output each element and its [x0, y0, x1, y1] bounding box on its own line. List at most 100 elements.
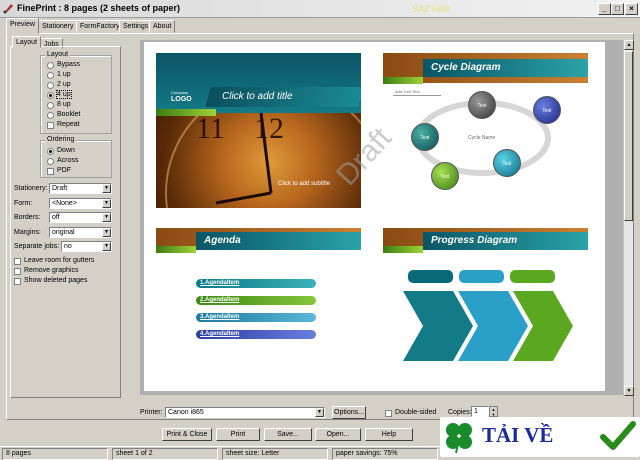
- tab-about[interactable]: About: [149, 20, 176, 33]
- slide-progress: Progress Diagram: [383, 228, 588, 383]
- tab-preview[interactable]: Preview: [6, 18, 39, 34]
- check-icon: [600, 421, 636, 450]
- status-sheet-size: sheet size: Letter: [222, 448, 328, 460]
- options-button[interactable]: Options...: [332, 406, 366, 419]
- cycle-node: Text: [411, 123, 439, 151]
- chevron-down-icon: ▼: [102, 228, 111, 237]
- slide-subtitle-text: Click to add subtitle: [278, 181, 331, 187]
- green-accent: [383, 246, 423, 253]
- tab-settings[interactable]: Settings: [119, 20, 153, 33]
- chevron-down-icon: ▼: [102, 242, 111, 251]
- title-watermark: ŚAZ Hilfe: [412, 4, 451, 14]
- print-close-button[interactable]: Print & Close: [162, 428, 212, 441]
- stationery-label: Stationery:: [14, 185, 48, 192]
- print-button[interactable]: Print: [216, 428, 260, 441]
- copies-spinner[interactable]: ▲ ▼: [489, 406, 498, 417]
- ordering-group: Ordering Down Across PDF: [40, 136, 112, 178]
- save-button[interactable]: Save...: [264, 428, 312, 441]
- form-select[interactable]: <None> ▼: [49, 198, 112, 209]
- chevron-down-icon: ▼: [102, 213, 111, 222]
- minimize-button[interactable]: _: [598, 3, 611, 15]
- close-button[interactable]: ×: [625, 3, 638, 15]
- cycle-node: Text: [533, 96, 561, 124]
- vertical-scrollbar[interactable]: ▲ ▼: [623, 40, 634, 396]
- taive-logo: TẢI VỀ: [440, 417, 640, 457]
- chevron-down-icon: ▼: [102, 199, 111, 208]
- layout-group: Layout Bypass 1 up 2 up 4 up 8 up Bookle…: [40, 51, 112, 134]
- borders-select[interactable]: off ▼: [49, 212, 112, 223]
- agenda-item: 2.AgendaItem: [196, 296, 316, 305]
- agenda-title: Agenda: [196, 232, 361, 250]
- margins-label: Margins:: [14, 229, 41, 236]
- maximize-button[interactable]: □: [611, 3, 624, 15]
- ordering-group-label: Ordering: [45, 136, 77, 143]
- title-bar: FinePrint : 8 pages (2 sheets of paper) …: [0, 0, 640, 18]
- scroll-thumb[interactable]: [624, 51, 633, 221]
- layout-option-2up[interactable]: 2 up: [47, 81, 71, 90]
- agenda-item: 4.AgendaItem: [196, 330, 316, 339]
- company-text: Company: [171, 90, 189, 95]
- tab-formfactory[interactable]: FormFactory: [76, 20, 124, 33]
- scroll-up-icon[interactable]: ▲: [624, 40, 634, 50]
- copies-label: Copies:: [448, 409, 472, 416]
- status-sheet: sheet 1 of 2: [112, 448, 218, 460]
- chevron-down-icon: ▼: [102, 184, 111, 193]
- help-button[interactable]: Help: [365, 428, 413, 441]
- borders-label: Borders:: [14, 214, 41, 221]
- copies-input[interactable]: 1: [471, 406, 489, 417]
- cycle-node: Text: [493, 149, 521, 177]
- progress-tab: [510, 270, 555, 283]
- slide-title-text: Click to add title: [222, 91, 293, 102]
- printer-select[interactable]: Canon i865 ▼: [165, 407, 325, 418]
- agenda-item: 3.AgendaItem: [196, 313, 316, 322]
- progress-tab: [459, 270, 504, 283]
- window-title: FinePrint : 8 pages (2 sheets of paper): [17, 3, 181, 13]
- agenda-item: 1.AgendaItem: [196, 279, 316, 288]
- chevron-down-icon: ▼: [315, 408, 324, 417]
- progress-title: Progress Diagram: [423, 232, 588, 250]
- separate-jobs-select[interactable]: no ▼: [61, 241, 112, 252]
- cycle-center-label: Cycle Name: [468, 135, 496, 141]
- progress-chevrons: [403, 291, 573, 361]
- green-accent: [156, 246, 196, 253]
- slide-title: 11 12 Company LOGO Click to add title Cl…: [156, 53, 361, 208]
- clover-icon: [446, 423, 472, 454]
- cycle-node: Text: [468, 91, 496, 119]
- remove-graphics-checkbox[interactable]: Remove graphics: [14, 267, 78, 276]
- slide-cycle: Cycle Diagram Add Your Text Cycle Name T…: [383, 53, 588, 208]
- printer-label: Printer:: [140, 409, 163, 416]
- open-button[interactable]: Open...: [315, 428, 361, 441]
- layout-group-label: Layout: [45, 51, 71, 58]
- separate-jobs-label: Separate jobs:: [14, 243, 60, 250]
- tab-stationery[interactable]: Stationery: [38, 20, 78, 33]
- show-deleted-checkbox[interactable]: Show deleted pages: [14, 277, 87, 286]
- status-pages: 8 pages: [2, 448, 108, 460]
- green-accent: [156, 109, 216, 116]
- svg-text:11: 11: [196, 112, 225, 145]
- cycle-node: Text: [431, 162, 459, 190]
- app-icon: [3, 4, 13, 14]
- logo-text: TẢI VỀ: [482, 423, 554, 447]
- pdf-checkbox[interactable]: PDF: [47, 167, 71, 176]
- ordering-option-across[interactable]: Across: [47, 157, 78, 166]
- progress-tab: [408, 270, 453, 283]
- double-sided-checkbox[interactable]: Double-sided: [385, 409, 436, 418]
- cycle-title: Cycle Diagram: [423, 59, 588, 77]
- layout-option-booklet[interactable]: Booklet: [47, 111, 80, 120]
- slide-agenda: Agenda 1.AgendaItem 2.AgendaItem 3.Agend…: [156, 228, 361, 383]
- svg-text:12: 12: [254, 112, 284, 145]
- logo-text: LOGO: [171, 96, 192, 103]
- layout-option-4up[interactable]: 4 up: [47, 90, 72, 100]
- repeat-checkbox[interactable]: Repeat: [47, 121, 80, 130]
- ordering-option-down[interactable]: Down: [47, 147, 75, 156]
- layout-option-bypass[interactable]: Bypass: [47, 61, 80, 70]
- stationery-select[interactable]: Draft ▼: [49, 183, 112, 194]
- gutters-checkbox[interactable]: Leave room for gutters: [14, 257, 94, 266]
- status-savings: paper savings: 75%: [332, 448, 438, 460]
- form-label: Form:: [14, 200, 33, 207]
- subtab-layout[interactable]: Layout: [12, 36, 42, 48]
- margins-select[interactable]: original ▼: [49, 227, 112, 238]
- layout-option-1up[interactable]: 1 up: [47, 71, 71, 80]
- scroll-down-icon[interactable]: ▼: [624, 386, 634, 396]
- layout-option-8up[interactable]: 8 up: [47, 101, 71, 110]
